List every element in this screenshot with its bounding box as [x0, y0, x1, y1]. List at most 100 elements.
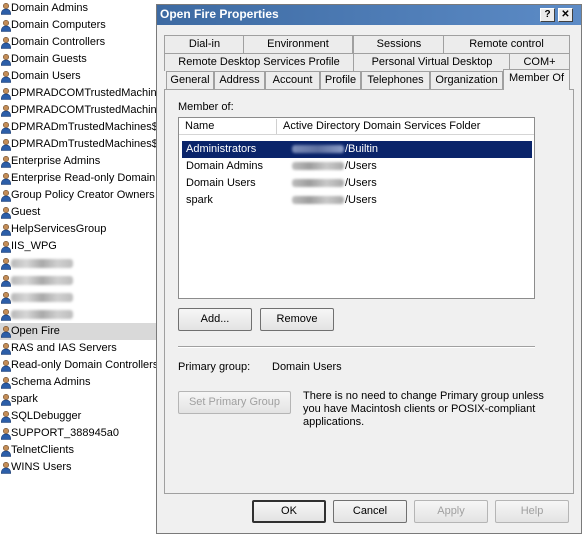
member-folder: /Users — [292, 192, 377, 209]
ad-list-item-label: DPMRADCOMTrustedMachines — [11, 87, 157, 99]
primary-note-line-1: There is no need to change Primary group… — [303, 390, 544, 402]
ad-list-item[interactable]: WINS Users — [0, 459, 157, 476]
close-button[interactable]: ✕ — [558, 8, 573, 22]
ad-list-item-label: IIS_WPG — [11, 240, 57, 252]
set-primary-group-button[interactable]: Set Primary Group — [178, 391, 291, 414]
member-of-label: Member of: — [178, 101, 234, 113]
help-button[interactable]: Help — [495, 500, 569, 523]
tab-remote-control[interactable]: Remote control — [443, 35, 570, 53]
cancel-button[interactable]: Cancel — [333, 500, 407, 523]
member-row[interactable]: Domain Admins/Users — [182, 158, 532, 175]
member-folder: /Users — [292, 175, 377, 192]
ad-list-item[interactable]: Domain Controllers — [0, 34, 157, 51]
help-title-button[interactable]: ? — [540, 8, 555, 22]
ad-list-item[interactable]: SQLDebugger — [0, 408, 157, 425]
ad-list-item-label: Enterprise Admins — [11, 155, 101, 167]
ad-list-item[interactable]: RAS and IAS Servers — [0, 340, 157, 357]
redacted-domain — [292, 145, 344, 154]
tab-environment[interactable]: Environment — [243, 35, 353, 53]
redacted-name — [11, 293, 73, 302]
ad-list-item[interactable]: Enterprise Read-only Domain C — [0, 170, 157, 187]
ad-list-item[interactable]: Group Policy Creator Owners — [0, 187, 157, 204]
ad-list-item[interactable] — [0, 255, 157, 272]
redacted-domain — [292, 179, 344, 188]
tab-profile[interactable]: Profile — [320, 71, 361, 89]
ad-list-item[interactable]: DPMRADmTrustedMachines$C — [0, 119, 157, 136]
tab-sessions[interactable]: Sessions — [353, 35, 445, 53]
ad-list-item-label: Enterprise Read-only Domain C — [11, 172, 157, 184]
ad-list-item[interactable]: TelnetClients — [0, 442, 157, 459]
member-folder-path: /Users — [345, 160, 377, 172]
tab-dial-in[interactable]: Dial-in — [164, 35, 245, 53]
tab-telephones[interactable]: Telephones — [361, 71, 430, 89]
tab-member-of[interactable]: Member Of — [503, 69, 570, 90]
ad-list-item-label: Domain Guests — [11, 53, 87, 65]
ad-list-item-label: Schema Admins — [11, 376, 91, 388]
ad-list-item-label: DPMRADmTrustedMachines$C — [11, 138, 157, 150]
ad-list-item[interactable]: spark — [0, 391, 157, 408]
tab-organization[interactable]: Organization — [430, 71, 503, 89]
member-row[interactable]: Administrators/Builtin — [182, 141, 532, 158]
ad-list-item[interactable]: HelpServicesGroup — [0, 221, 157, 238]
ad-list-item[interactable]: Open Fire — [0, 323, 157, 340]
ad-objects-list: Domain Admins Domain Computers Domain Cont… — [0, 0, 157, 534]
primary-group-label: Primary group: — [178, 361, 251, 373]
ad-list-item[interactable]: IIS_WPG — [0, 238, 157, 255]
ad-list-item[interactable]: SUPPORT_388945a0 — [0, 425, 157, 442]
ad-list-item[interactable]: Guest — [0, 204, 157, 221]
add-button[interactable]: Add... — [178, 308, 252, 331]
member-name: Administrators — [186, 143, 257, 155]
ad-list-item[interactable]: DPMRADCOMTrustedMachines — [0, 85, 157, 102]
member-name: spark — [186, 194, 213, 206]
tab-general[interactable]: General — [166, 71, 214, 89]
ad-list-item[interactable] — [0, 289, 157, 306]
tab-address[interactable]: Address — [214, 71, 265, 89]
ad-list-item[interactable]: Enterprise Admins — [0, 153, 157, 170]
member-folder-path: /Builtin — [345, 143, 379, 155]
member-row[interactable]: spark/Users — [182, 192, 532, 209]
ad-list-item-label: TelnetClients — [11, 444, 74, 456]
member-folder: /Users — [292, 158, 377, 175]
ad-list-item[interactable]: DPMRADmTrustedMachines$C — [0, 136, 157, 153]
ad-list-item[interactable]: DPMRADCOMTrustedMachines — [0, 102, 157, 119]
ad-list-item[interactable]: Domain Computers — [0, 17, 157, 34]
tab-account[interactable]: Account — [265, 71, 320, 89]
redacted-name — [11, 310, 73, 319]
ad-list-item-label: RAS and IAS Servers — [11, 342, 117, 354]
member-row[interactable]: Domain Users/Users — [182, 175, 532, 192]
member-name: Domain Admins — [186, 160, 264, 172]
ad-list-item-label: Domain Controllers — [11, 36, 106, 48]
remove-button[interactable]: Remove — [260, 308, 334, 331]
ad-list-item-label: WINS Users — [11, 461, 72, 473]
ad-list-item[interactable]: Domain Users — [0, 68, 157, 85]
ad-list-item[interactable]: Schema Admins — [0, 374, 157, 391]
member-folder-path: /Users — [345, 194, 377, 206]
redacted-domain — [292, 196, 344, 205]
column-header-folder[interactable]: Active Directory Domain Services Folder — [277, 118, 535, 135]
ad-list-item-label: Domain Users — [11, 70, 81, 82]
ad-list-item[interactable]: Read-only Domain Controllers — [0, 357, 157, 374]
ad-list-item-label: DPMRADmTrustedMachines$C — [11, 121, 157, 133]
tab-remote-desktop-services-profile[interactable]: Remote Desktop Services Profile — [164, 53, 354, 71]
ad-list-item-label: spark — [11, 393, 38, 405]
ad-list-item-label: SQLDebugger — [11, 410, 82, 422]
ad-list-item[interactable] — [0, 272, 157, 289]
primary-note-line-3: applications. — [303, 416, 365, 428]
ad-list-item[interactable]: Domain Admins — [0, 0, 157, 17]
ad-list-item[interactable]: Domain Guests — [0, 51, 157, 68]
member-name: Domain Users — [186, 177, 256, 189]
apply-button[interactable]: Apply — [414, 500, 488, 523]
tab-personal-virtual-desktop[interactable]: Personal Virtual Desktop — [353, 53, 511, 71]
ad-list-item[interactable] — [0, 306, 157, 323]
member-of-listview[interactable]: Name Active Directory Domain Services Fo… — [178, 117, 535, 299]
ad-list-item-label: Domain Admins — [11, 2, 89, 14]
primary-note-line-2: you have Macintosh clients or POSIX-comp… — [303, 403, 536, 415]
ok-button[interactable]: OK — [252, 500, 326, 523]
ad-list-item-label: Guest — [11, 206, 41, 218]
redacted-name — [11, 276, 73, 285]
divider — [178, 346, 535, 348]
dialog-title: Open Fire Properties — [160, 7, 279, 21]
column-header-name[interactable]: Name — [179, 118, 276, 135]
ad-list-item-label: SUPPORT_388945a0 — [11, 427, 120, 439]
member-folder-path: /Users — [345, 177, 377, 189]
